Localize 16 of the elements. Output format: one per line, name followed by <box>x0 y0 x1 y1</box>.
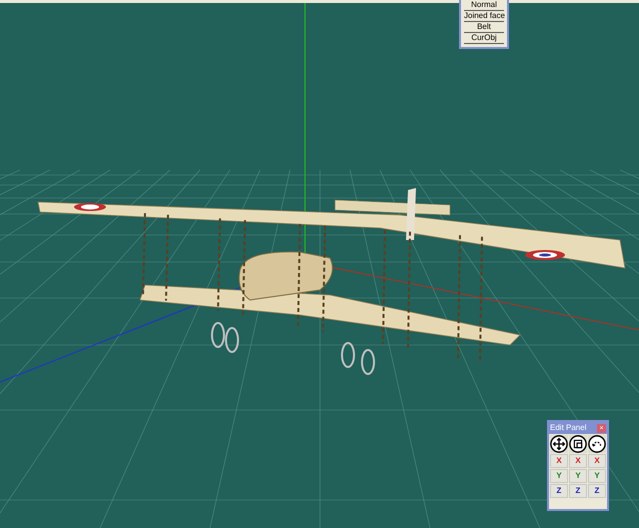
axis-button[interactable]: Y <box>569 469 587 483</box>
menu-item[interactable]: Normal <box>464 0 504 11</box>
menu-item[interactable]: Belt <box>464 22 504 33</box>
axis-button[interactable]: Y <box>550 469 568 483</box>
axis-button[interactable]: X <box>588 454 606 468</box>
axis-button[interactable]: Z <box>588 484 606 498</box>
axis-button[interactable]: Z <box>569 484 587 498</box>
axis-button[interactable]: X <box>569 454 587 468</box>
menu-item[interactable]: Joined face <box>464 11 504 22</box>
scale-tool-icon[interactable] <box>569 435 587 453</box>
move-tool-icon[interactable] <box>550 435 568 453</box>
axis-button[interactable]: X <box>550 454 568 468</box>
menu-item[interactable]: CurObj <box>464 33 504 44</box>
axis-button[interactable]: Z <box>550 484 568 498</box>
panel-title: Edit Panel <box>550 422 586 434</box>
axis-button[interactable]: Y <box>588 469 606 483</box>
